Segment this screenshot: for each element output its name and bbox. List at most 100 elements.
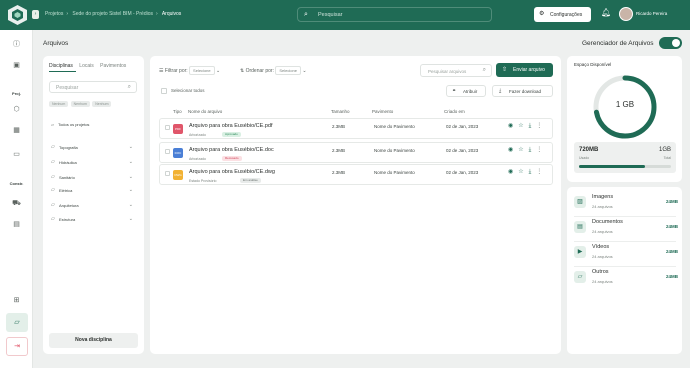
all-projects-label: Todos os projetos: [58, 122, 90, 127]
table-row[interactable]: DOC Arquivo para obra Eusébio/CE.doc Arb…: [159, 142, 553, 163]
settings-button[interactable]: ⚙ Configurações: [534, 7, 591, 22]
breadcrumb-item[interactable]: Sede do projeto Sistel BIM - Prédios: [72, 11, 153, 17]
more-vertical-icon[interactable]: ⋮: [536, 147, 542, 153]
file-manager-label: Gerenciador de Arquivos: [582, 40, 654, 47]
image-icon: ▨: [574, 196, 586, 208]
storage-panel: Espaço Disponível 1 GB 720MB 1GB Usado T…: [567, 56, 682, 182]
file-name[interactable]: Arquivo para obra Eusébio/CE.doc: [189, 147, 274, 153]
select-all[interactable]: Selecionar todos: [161, 88, 205, 94]
category-documents[interactable]: ▤ Documentos 24 arquivos 24MB: [574, 218, 678, 238]
select-all-checkbox[interactable]: [161, 88, 167, 94]
chevron-down-icon: ⌄: [128, 202, 133, 208]
download-button[interactable]: ⤓ Fazer download: [492, 85, 553, 97]
file-pavement: Nome do Pavimento: [374, 124, 415, 129]
avatar[interactable]: [619, 7, 633, 21]
discipline-item[interactable]: ▱ Arquitetura ⌄: [51, 202, 133, 210]
file-name[interactable]: Arquivo para obra Eusébio/CE.pdf: [189, 123, 272, 129]
search-placeholder: Pesquisar: [56, 85, 79, 91]
star-icon[interactable]: ☆: [518, 123, 523, 129]
settings-button-label: Configurações: [550, 12, 583, 18]
eye-icon[interactable]: ◉: [508, 147, 513, 153]
global-search-input[interactable]: ⌕ Pesquisar: [297, 7, 492, 22]
row-checkbox[interactable]: [165, 171, 170, 176]
box-icon[interactable]: ⬡: [10, 103, 23, 116]
panel-tabs: Disciplinas Locais Pavimentos: [49, 63, 131, 69]
star-icon[interactable]: ☆: [518, 147, 523, 153]
logout-icon[interactable]: ⇥: [6, 337, 28, 356]
more-vertical-icon[interactable]: ⋮: [536, 123, 542, 129]
column-header-size[interactable]: Tamanho: [331, 109, 350, 114]
filter-chip[interactable]: Nenhum: [92, 101, 112, 107]
tab-disciplinas[interactable]: Disciplinas: [49, 63, 73, 69]
file-pavement: Nome do Pavimento: [374, 170, 415, 175]
sidebar-toggle-button[interactable]: ›: [32, 10, 39, 19]
breadcrumb-current: Arquivos: [161, 11, 182, 17]
nav-section-label: Constr.: [9, 181, 24, 186]
document-icon[interactable]: ▤: [10, 218, 23, 231]
upload-file-button[interactable]: ⇧ Enviar arquivo: [496, 63, 553, 77]
info-icon[interactable]: ⓘ: [10, 38, 23, 51]
assign-button[interactable]: ⚭ Atribuir: [446, 85, 486, 97]
bell-icon[interactable]: 🔔︎: [601, 8, 611, 17]
row-checkbox[interactable]: [165, 125, 170, 130]
logo-icon[interactable]: [8, 5, 27, 25]
tab-locais[interactable]: Locais: [79, 63, 93, 69]
file-name[interactable]: Arquivo para obra Eusébio/CE.dwg: [189, 169, 275, 175]
download-button-label: Fazer download: [509, 89, 542, 94]
download-icon[interactable]: ⤓: [529, 123, 532, 129]
download-icon[interactable]: ⤓: [529, 147, 532, 153]
filter-control: ☰ Filtrar por: Selecione ⌄: [159, 66, 220, 75]
search-placeholder: Pesquisar arquivos: [428, 69, 467, 74]
grid-icon[interactable]: ⊞: [10, 294, 23, 307]
file-date: 02 de Jan, 2023: [446, 124, 479, 129]
new-discipline-button[interactable]: Nova disciplina: [49, 333, 138, 348]
column-header-pavement[interactable]: Pavimento: [372, 109, 393, 114]
window-icon[interactable]: ▭: [10, 148, 23, 161]
download-icon: ⤓: [499, 88, 502, 94]
discipline-search-input[interactable]: Pesquisar ⌕: [49, 81, 137, 93]
discipline-item[interactable]: ▱ Topografia ⌄: [51, 144, 133, 152]
column-header-name[interactable]: Nome do arquivo: [188, 109, 222, 114]
download-icon[interactable]: ⤓: [529, 169, 532, 175]
chevron-down-icon[interactable]: ⌄: [302, 68, 306, 74]
folder-icon: ▱: [51, 216, 55, 222]
filter-chip[interactable]: Nenhum: [49, 101, 69, 107]
clipboard-icon[interactable]: ▣: [10, 59, 23, 72]
column-header-created[interactable]: Criado em: [444, 109, 465, 114]
star-icon[interactable]: ☆: [518, 169, 523, 175]
category-others[interactable]: ▱ Outros 24 arquivos 24MB: [574, 268, 678, 288]
discipline-item[interactable]: ▱ Estrutura ⌄: [51, 216, 133, 224]
eye-icon[interactable]: ◉: [508, 123, 513, 129]
chevron-down-icon: ⌄: [128, 187, 133, 193]
calendar-icon[interactable]: ▦: [10, 124, 23, 137]
order-select[interactable]: Selecione: [275, 66, 301, 75]
discipline-item[interactable]: ▱ Elétrica ⌄: [51, 187, 133, 195]
discipline-label: Hidráulica: [59, 160, 77, 165]
folder-icon[interactable]: ▱: [6, 313, 28, 332]
gear-icon: ⚙: [539, 11, 545, 17]
all-projects-item[interactable]: ▱ Todos os projetos: [51, 122, 89, 127]
table-row[interactable]: DWG Arquivo para obra Eusébio/CE.dwg Est…: [159, 164, 553, 185]
used-label: Usado: [579, 156, 590, 160]
eye-icon[interactable]: ◉: [508, 169, 513, 175]
chevron-down-icon: ⌄: [128, 216, 133, 222]
category-images[interactable]: ▨ Imagens 24 arquivos 24MB: [574, 193, 678, 213]
tab-pavimentos[interactable]: Pavimentos: [100, 63, 126, 69]
search-icon: ⌕: [304, 11, 308, 18]
category-size: 24MB: [665, 274, 678, 279]
discipline-item[interactable]: ▱ Hidráulica ⌄: [51, 159, 133, 167]
truck-icon[interactable]: ⛟: [10, 197, 23, 210]
table-row[interactable]: PDF Arquivo para obra Eusébio/CE.pdf Arb…: [159, 118, 553, 139]
user-name[interactable]: Ricardo Pereira: [636, 11, 667, 16]
category-videos[interactable]: ▶ Vídeos 24 arquivos 24MB: [574, 243, 678, 263]
filter-chip[interactable]: Nenhum: [70, 101, 90, 107]
file-manager-toggle[interactable]: [659, 37, 682, 49]
filter-select[interactable]: Selecione: [189, 66, 215, 75]
chevron-down-icon[interactable]: ⌄: [216, 68, 220, 74]
breadcrumb-item[interactable]: Projetos: [45, 11, 63, 17]
row-checkbox[interactable]: [165, 149, 170, 154]
more-vertical-icon[interactable]: ⋮: [536, 169, 542, 175]
discipline-item[interactable]: ▱ Sanitário ⌄: [51, 174, 133, 182]
file-search-input[interactable]: Pesquisar arquivos ⌕: [420, 64, 492, 77]
column-header-type[interactable]: Tipo: [173, 109, 182, 114]
